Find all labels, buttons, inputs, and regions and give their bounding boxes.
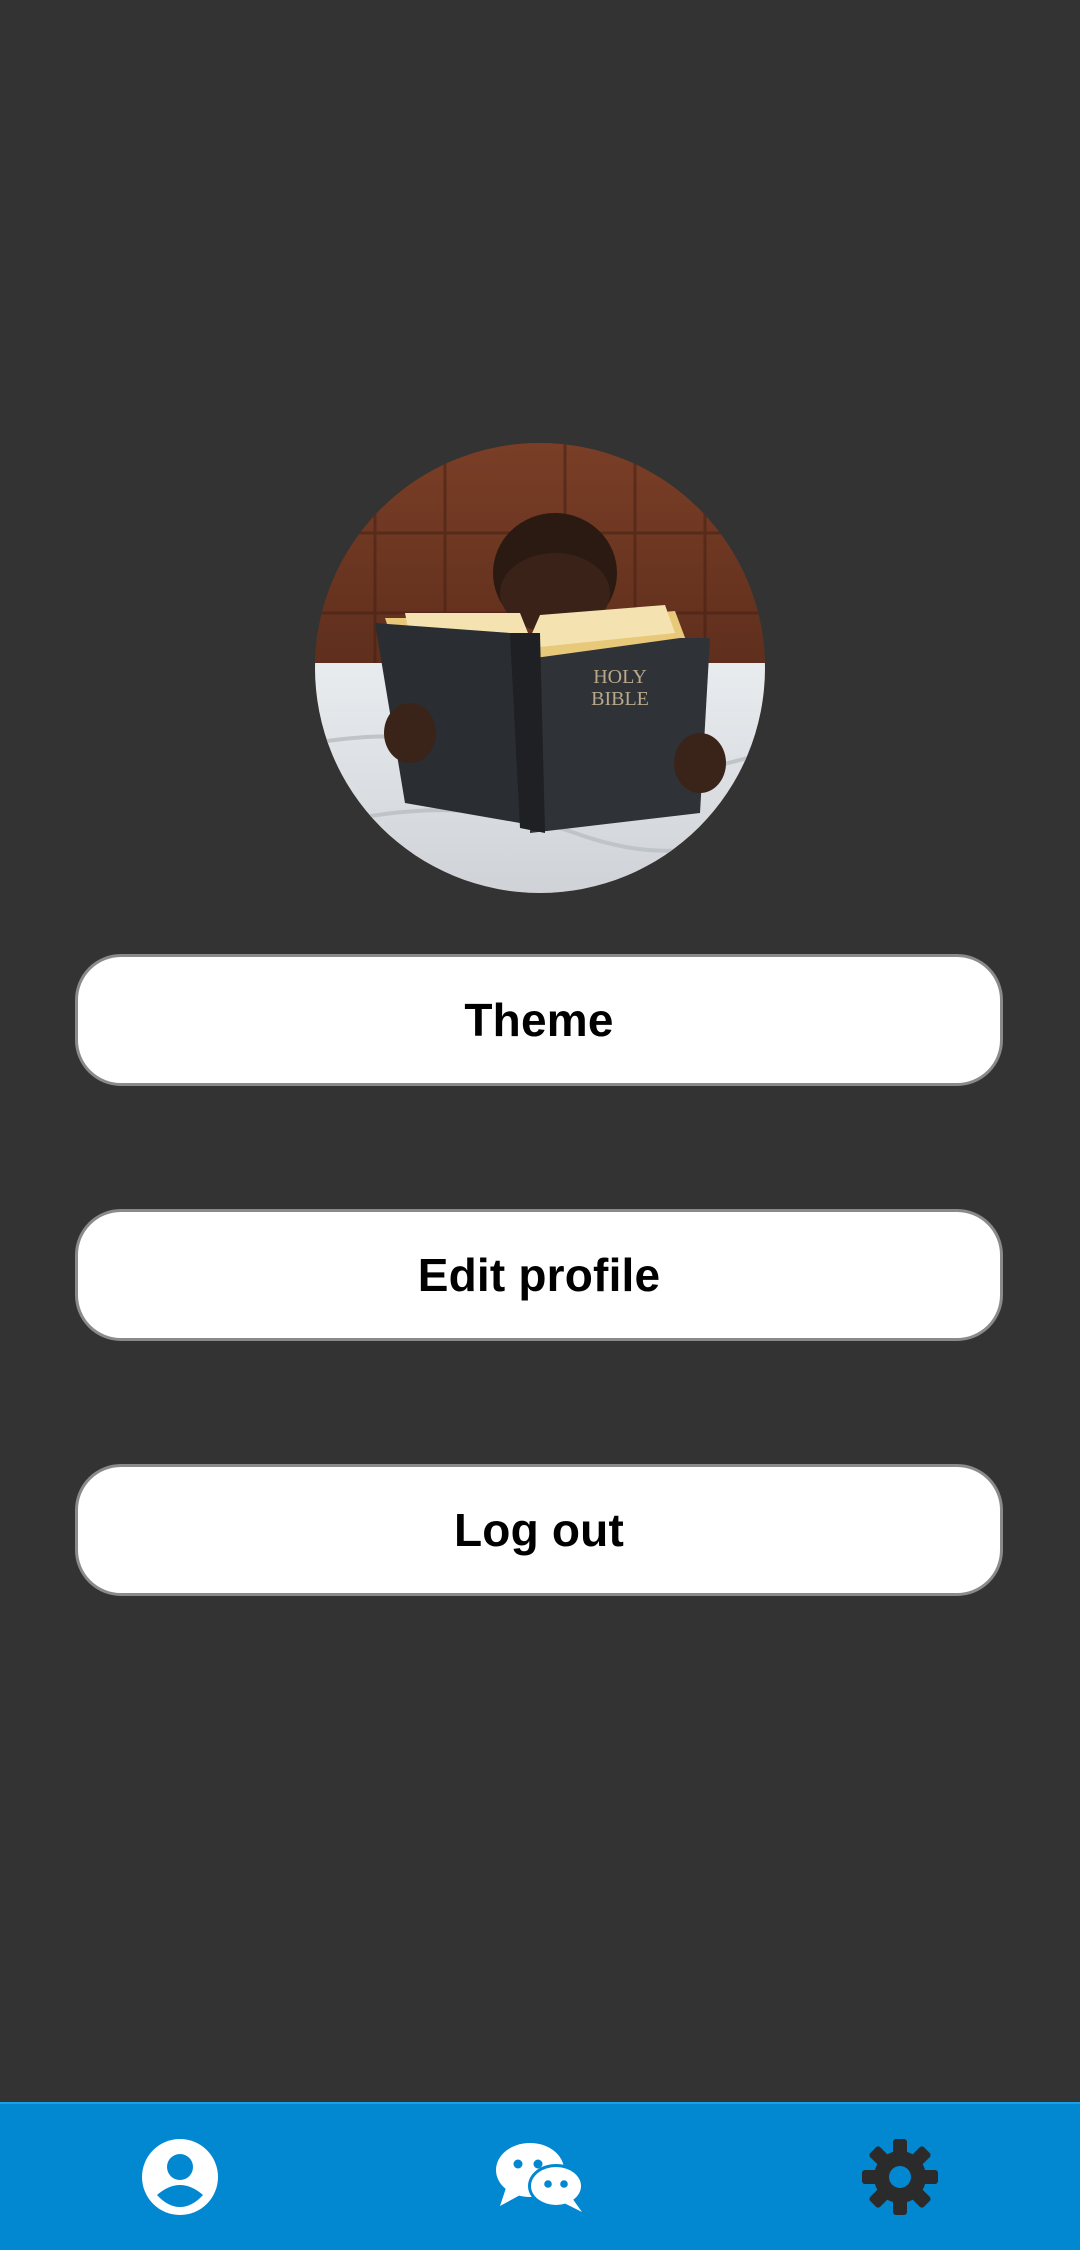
- nav-item-profile[interactable]: [80, 2104, 280, 2250]
- settings-screen: HOLY BIBLE Theme Edit profile Log out: [0, 0, 1080, 2250]
- book-title: HOLY: [593, 666, 647, 688]
- logout-button-label: Log out: [454, 1504, 624, 1556]
- nav-item-chat[interactable]: [440, 2104, 640, 2250]
- theme-button-label: Theme: [464, 994, 614, 1046]
- svg-text:BIBLE: BIBLE: [591, 688, 649, 710]
- nav-item-settings[interactable]: [800, 2104, 1000, 2250]
- gear-icon: [862, 2139, 938, 2215]
- edit-profile-button-label: Edit profile: [417, 1249, 661, 1301]
- logout-button[interactable]: Log out: [75, 1464, 1003, 1596]
- edit-profile-button[interactable]: Edit profile: [75, 1209, 1003, 1341]
- person-icon: [142, 2139, 218, 2215]
- bottom-navigation-bar: [0, 2102, 1080, 2250]
- profile-avatar[interactable]: HOLY BIBLE: [315, 443, 765, 893]
- theme-button[interactable]: Theme: [75, 954, 1003, 1086]
- chat-bubbles-icon: [496, 2143, 584, 2212]
- avatar-photo: HOLY BIBLE: [315, 443, 765, 893]
